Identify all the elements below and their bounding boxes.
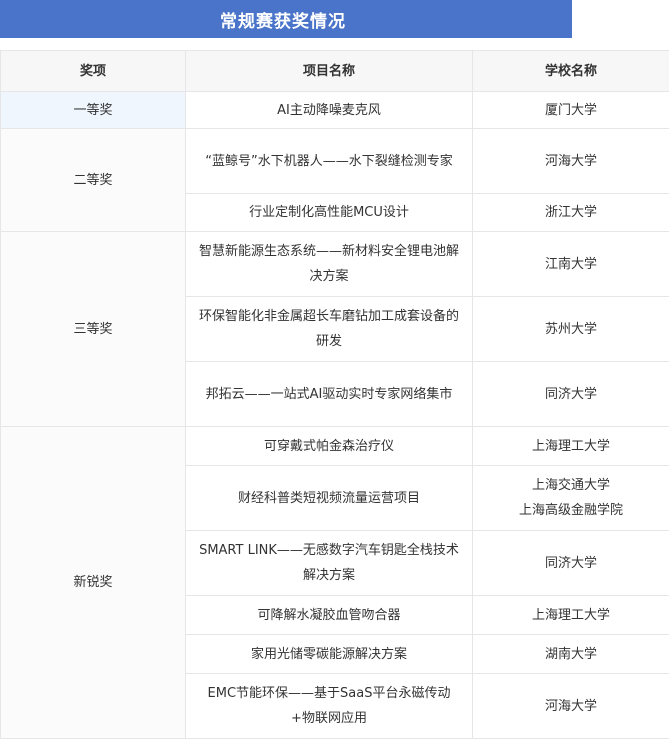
project-cell: 邦拓云——一站式AI驱动实时专家网络集市 (186, 362, 473, 427)
header-award: 奖项 (1, 51, 186, 92)
project-cell: 财经科普类短视频流量运营项目 (186, 466, 473, 531)
school-cell: 上海理工大学 (473, 427, 669, 466)
table-row: 三等奖 智慧新能源生态系统——新材料安全锂电池解决方案 江南大学 (1, 232, 669, 297)
project-cell: AI主动降噪麦克风 (186, 92, 473, 129)
award-cell: 三等奖 (1, 232, 186, 427)
school-cell: 上海理工大学 (473, 596, 669, 635)
header-school: 学校名称 (473, 51, 669, 92)
table-row: 一等奖 AI主动降噪麦克风 厦门大学 (1, 92, 669, 129)
award-cell: 新锐奖 (1, 427, 186, 739)
awards-table: 奖项 项目名称 学校名称 一等奖 AI主动降噪麦克风 厦门大学 二等奖 “蓝鲸号… (0, 50, 669, 739)
school-cell: 湖南大学 (473, 635, 669, 674)
school-cell: 上海交通大学 上海高级金融学院 (473, 466, 669, 531)
project-cell: 行业定制化高性能MCU设计 (186, 194, 473, 232)
project-cell: 智慧新能源生态系统——新材料安全锂电池解决方案 (186, 232, 473, 297)
project-cell: EMC节能环保——基于SaaS平台永磁传动+物联网应用 (186, 674, 473, 739)
project-cell: 环保智能化非金属超长车磨钻加工成套设备的研发 (186, 297, 473, 362)
project-cell: 可穿戴式帕金森治疗仪 (186, 427, 473, 466)
school-cell: 苏州大学 (473, 297, 669, 362)
school-line: 上海高级金融学院 (483, 498, 659, 523)
school-cell: 同济大学 (473, 531, 669, 596)
table-row: 二等奖 “蓝鲸号”水下机器人——水下裂缝检测专家 河海大学 (1, 129, 669, 194)
school-line: 上海交通大学 (483, 473, 659, 498)
table-header-row: 奖项 项目名称 学校名称 (1, 51, 669, 92)
project-cell: “蓝鲸号”水下机器人——水下裂缝检测专家 (186, 129, 473, 194)
project-cell: SMART LINK——无感数字汽车钥匙全栈技术解决方案 (186, 531, 473, 596)
award-cell: 一等奖 (1, 92, 186, 129)
table-row: 新锐奖 可穿戴式帕金森治疗仪 上海理工大学 (1, 427, 669, 466)
header-project: 项目名称 (186, 51, 473, 92)
project-cell: 可降解水凝胶血管吻合器 (186, 596, 473, 635)
school-cell: 同济大学 (473, 362, 669, 427)
school-cell: 河海大学 (473, 129, 669, 194)
school-cell: 浙江大学 (473, 194, 669, 232)
page-title: 常规赛获奖情况 (0, 0, 572, 38)
school-cell: 厦门大学 (473, 92, 669, 129)
award-cell: 二等奖 (1, 129, 186, 232)
school-cell: 江南大学 (473, 232, 669, 297)
project-cell: 家用光储零碳能源解决方案 (186, 635, 473, 674)
school-cell: 河海大学 (473, 674, 669, 739)
